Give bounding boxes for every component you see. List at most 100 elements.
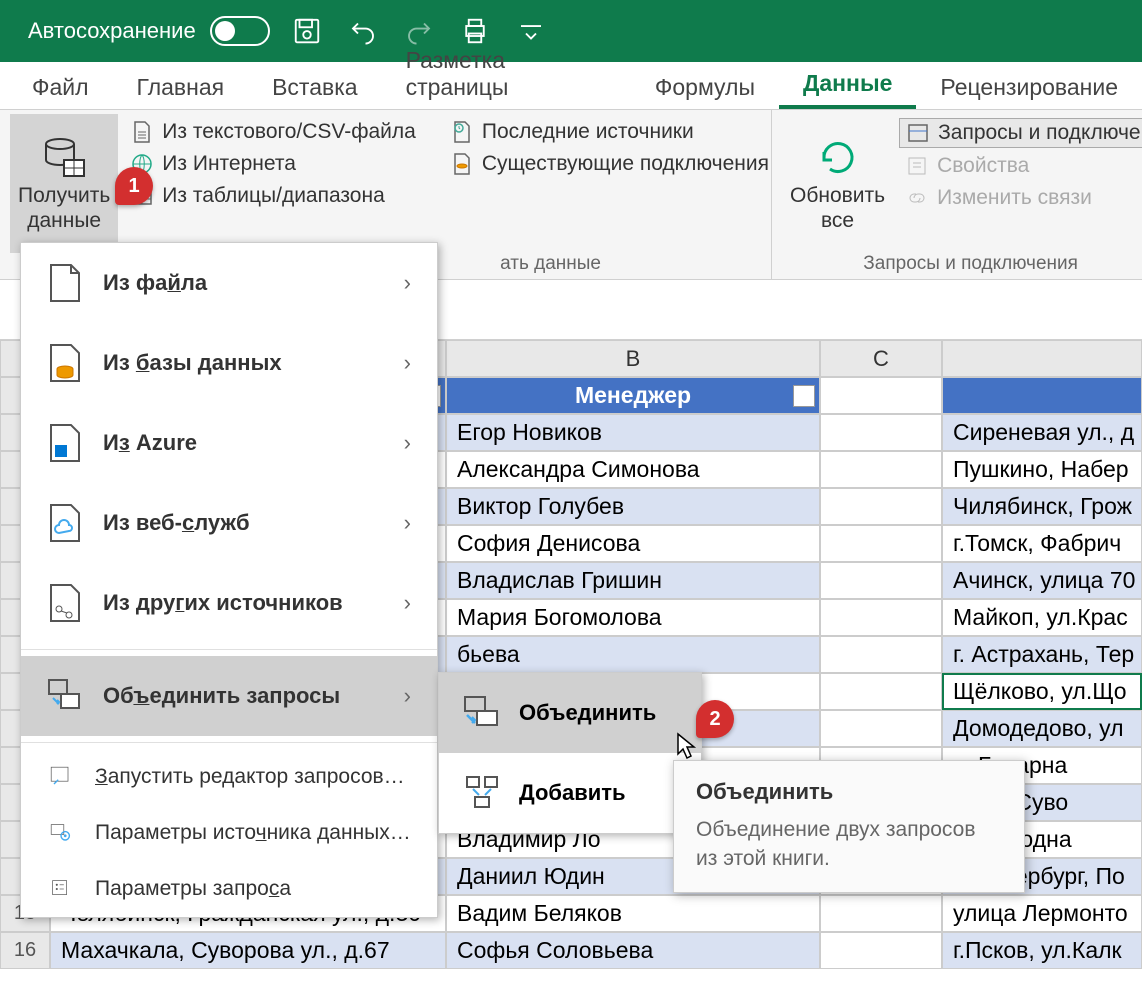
- menu-from-azure[interactable]: Из Azure›: [21, 403, 437, 483]
- table-header-manager[interactable]: Менеджер ▾: [446, 377, 820, 414]
- cell[interactable]: [820, 895, 942, 932]
- cell[interactable]: Александра Симонова: [446, 451, 820, 488]
- recent-sources-button[interactable]: Последние источники: [444, 118, 775, 146]
- label: Обновить все: [790, 184, 885, 232]
- queries-connections-button[interactable]: Запросы и подключен: [899, 118, 1142, 148]
- cell[interactable]: г. Астрахань, Тер: [942, 636, 1142, 673]
- cell[interactable]: [820, 525, 942, 562]
- from-table-button[interactable]: Из таблицы/диапазона: [124, 182, 422, 210]
- tab-file[interactable]: Файл: [8, 66, 113, 109]
- menu-from-web-services[interactable]: Из веб-служб›: [21, 483, 437, 563]
- combine-icon: [47, 676, 83, 716]
- menu-query-params[interactable]: Параметры запроса: [21, 861, 437, 917]
- cell[interactable]: Виктор Голубев: [446, 488, 820, 525]
- autosave-label: Автосохранение: [28, 18, 196, 44]
- submenu-merge[interactable]: Объединить: [439, 673, 701, 753]
- submenu-append[interactable]: Добавить: [439, 753, 701, 833]
- connection-icon: [450, 152, 474, 176]
- cell[interactable]: улица Лермонто: [942, 895, 1142, 932]
- existing-connections-button[interactable]: Существующие подключения: [444, 150, 775, 178]
- label: Из текстового/CSV-файла: [162, 120, 416, 144]
- label: Из таблицы/диапазона: [162, 184, 384, 208]
- menu-from-file[interactable]: Из файла›: [21, 243, 437, 323]
- cell[interactable]: г.Томск, Фабрич: [942, 525, 1142, 562]
- cell[interactable]: София Денисова: [446, 525, 820, 562]
- refresh-all-button[interactable]: Обновить все: [782, 114, 893, 253]
- cell[interactable]: [820, 636, 942, 673]
- cell[interactable]: Щёлково, ул.Що: [942, 673, 1142, 710]
- redo-icon[interactable]: [400, 12, 438, 50]
- cell[interactable]: [820, 414, 942, 451]
- menu-from-database[interactable]: Из базы данных ›: [21, 323, 437, 403]
- cell[interactable]: [820, 710, 942, 747]
- cell[interactable]: Чилябинск, Грож: [942, 488, 1142, 525]
- cell[interactable]: [820, 932, 942, 969]
- combine-submenu: Объединить Добавить: [438, 672, 702, 834]
- toggle-switch-icon[interactable]: [210, 16, 270, 46]
- menu-combine-queries[interactable]: Объединить запросы›: [21, 656, 437, 736]
- refresh-icon: [814, 134, 862, 182]
- gear-icon: [47, 819, 75, 847]
- edit-links-button: Изменить связи: [899, 184, 1142, 212]
- tooltip-description: Объединение двух запросов из этой книги.: [696, 815, 1002, 874]
- annotation-badge-1: 1: [115, 167, 153, 205]
- save-icon[interactable]: [288, 12, 326, 50]
- cell[interactable]: [820, 673, 942, 710]
- menu-launch-editor[interactable]: Запустить редактор запросов…: [21, 749, 437, 805]
- from-csv-button[interactable]: Из текстового/CSV-файла: [124, 118, 422, 146]
- append-icon: [463, 775, 501, 811]
- properties-icon: [905, 154, 929, 178]
- table-header-cell[interactable]: [942, 377, 1142, 414]
- cell[interactable]: [820, 599, 942, 636]
- label: Объединить запросы: [103, 683, 340, 709]
- label: Запросы и подключен: [938, 121, 1142, 145]
- cell[interactable]: г.Псков, ул.Калк: [942, 932, 1142, 969]
- cell[interactable]: Владислав Гришин: [446, 562, 820, 599]
- col-header[interactable]: [942, 340, 1142, 377]
- label: Из базы данных: [103, 350, 282, 376]
- tab-formulas[interactable]: Формулы: [631, 66, 779, 109]
- tab-home[interactable]: Главная: [113, 66, 249, 109]
- label: Существующие подключения: [482, 152, 769, 176]
- cell[interactable]: [820, 377, 942, 414]
- from-web-button[interactable]: Из Интернета: [124, 150, 422, 178]
- database-icon: [40, 134, 88, 182]
- cloud-icon: [47, 503, 83, 543]
- cell[interactable]: [820, 488, 942, 525]
- tab-insert[interactable]: Вставка: [248, 66, 382, 109]
- cell[interactable]: [820, 562, 942, 599]
- tab-data[interactable]: Данные: [779, 62, 916, 109]
- tab-review[interactable]: Рецензирование: [916, 66, 1142, 109]
- cell[interactable]: Ачинск, улица 70: [942, 562, 1142, 599]
- autosave-toggle[interactable]: Автосохранение: [28, 16, 270, 46]
- cell[interactable]: Мария Богомолова: [446, 599, 820, 636]
- cell[interactable]: Егор Новиков: [446, 414, 820, 451]
- row-header[interactable]: 16: [0, 932, 50, 969]
- other-sources-icon: [47, 583, 83, 623]
- cell[interactable]: [820, 451, 942, 488]
- cell[interactable]: Майкоп, ул.Крас: [942, 599, 1142, 636]
- menu-source-params[interactable]: Параметры источника данных…: [21, 805, 437, 861]
- chevron-right-icon: ›: [404, 350, 411, 376]
- menu-from-other[interactable]: Из других источников›: [21, 563, 437, 643]
- get-data-button[interactable]: Получить данные: [10, 114, 118, 253]
- get-data-label: Получить данные: [18, 184, 110, 232]
- cell[interactable]: Домодедово, ул: [942, 710, 1142, 747]
- cell[interactable]: Пушкино, Набер: [942, 451, 1142, 488]
- cell[interactable]: Софья Соловьева: [446, 932, 820, 969]
- undo-icon[interactable]: [344, 12, 382, 50]
- chevron-right-icon: ›: [404, 590, 411, 616]
- cell[interactable]: Вадим Беляков: [446, 895, 820, 932]
- cell[interactable]: Махачкала, Суворова ул., д.67: [50, 932, 446, 969]
- cell[interactable]: Сиреневая ул., д: [942, 414, 1142, 451]
- label: Изменить связи: [937, 186, 1092, 210]
- col-header-c[interactable]: C: [820, 340, 942, 377]
- filter-dropdown-icon[interactable]: ▾: [793, 385, 815, 407]
- file-icon: [47, 263, 83, 303]
- ribbon-group-connections: Обновить все Запросы и подключен Свойств…: [772, 110, 1142, 279]
- get-data-menu: Из файла› Из базы данных › Из Azure› Из в…: [20, 242, 438, 918]
- label: Объединить: [519, 700, 656, 726]
- col-header-b[interactable]: B: [446, 340, 820, 377]
- cell[interactable]: бьева: [446, 636, 820, 673]
- table-row: 16Махачкала, Суворова ул., д.67Софья Сол…: [0, 932, 1142, 969]
